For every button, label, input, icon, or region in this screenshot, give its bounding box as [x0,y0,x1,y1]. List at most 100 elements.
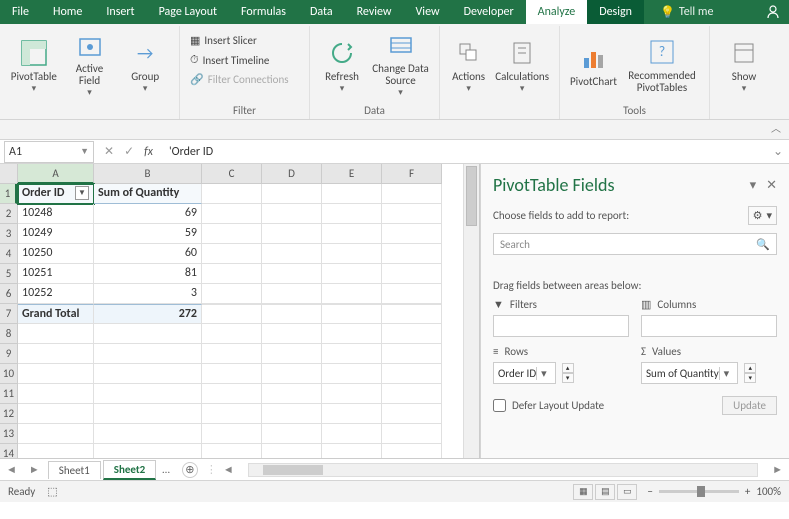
cell-e4[interactable] [322,244,382,264]
refresh-button[interactable]: Refresh [316,30,368,100]
cell-f14[interactable] [382,444,442,458]
tab-formulas[interactable]: Formulas [229,0,298,24]
cell-f3[interactable] [382,224,442,244]
cell-d8[interactable] [262,324,322,344]
zoom-thumb[interactable] [697,486,705,497]
cell-a2[interactable]: 10248 [18,204,94,224]
cell-d10[interactable] [262,364,322,384]
cell-d4[interactable] [262,244,322,264]
cell-e11[interactable] [322,384,382,404]
row-header-9[interactable]: 9 [0,344,17,364]
cell-f6[interactable] [382,284,442,304]
sheet-tabs-more[interactable]: … [156,463,176,476]
col-header-c[interactable]: C [202,164,262,184]
sheet-nav-next[interactable]: ► [23,463,46,476]
cell-f5[interactable] [382,264,442,284]
fx-icon[interactable]: fx [144,145,153,159]
cell-c9[interactable] [202,344,262,364]
sheet-nav-prev[interactable]: ◄ [0,463,23,476]
cell-d12[interactable] [262,404,322,424]
cell-c6[interactable] [202,284,262,304]
cell-a10[interactable] [18,364,94,384]
cell-e5[interactable] [322,264,382,284]
macro-record-icon[interactable]: ⬚ [47,485,57,498]
tab-page-layout[interactable]: Page Layout [147,0,229,24]
cell-b13[interactable] [94,424,202,444]
cell-f13[interactable] [382,424,442,444]
tab-developer[interactable]: Developer [452,0,526,24]
tab-analyze[interactable]: Analyze [526,0,588,24]
cell-c1[interactable] [202,184,262,204]
horizontal-scrollbar[interactable] [248,463,758,477]
cell-e10[interactable] [322,364,382,384]
cell-d5[interactable] [262,264,322,284]
pivotchart-button[interactable]: PivotChart [566,30,621,100]
panel-options-dropdown[interactable]: ▾ [750,178,757,193]
cell-a4[interactable]: 10250 [18,244,94,264]
cell-d2[interactable] [262,204,322,224]
zoom-out-button[interactable]: − [647,485,652,498]
cell-c13[interactable] [202,424,262,444]
col-header-d[interactable]: D [262,164,322,184]
cell-b12[interactable] [94,404,202,424]
cell-d3[interactable] [262,224,322,244]
name-box[interactable]: A1 ▼ [4,141,94,163]
cell-f4[interactable] [382,244,442,264]
cell-b9[interactable] [94,344,202,364]
cell-b11[interactable] [94,384,202,404]
cell-e9[interactable] [322,344,382,364]
col-header-f[interactable]: F [382,164,442,184]
cell-c2[interactable] [202,204,262,224]
cell-e7[interactable] [322,304,382,324]
col-header-a[interactable]: A [18,164,94,184]
cell-c3[interactable] [202,224,262,244]
cell-e2[interactable] [322,204,382,224]
tab-view[interactable]: View [404,0,452,24]
cell-c10[interactable] [202,364,262,384]
cell-f1[interactable] [382,184,442,204]
hscroll-left[interactable]: ◄ [217,463,240,476]
cell-d7[interactable] [262,304,322,324]
cell-f7[interactable] [382,304,442,324]
tab-home[interactable]: Home [41,0,94,24]
cell-e14[interactable] [322,444,382,458]
cell-b10[interactable] [94,364,202,384]
recommended-pivottables-button[interactable]: ? Recommended PivotTables [621,30,703,100]
filter-connections-button[interactable]: 🔗Filter Connections [186,71,303,88]
tell-me[interactable]: 💡 Tell me [648,0,725,24]
cell-f11[interactable] [382,384,442,404]
cell-c7[interactable] [202,304,262,324]
rows-field-item[interactable]: Order ID▾ [493,362,556,384]
row-header-11[interactable]: 11 [0,384,17,404]
cell-d9[interactable] [262,344,322,364]
tab-design[interactable]: Design [587,0,644,24]
pivottable-button[interactable]: PivotTable [6,30,62,100]
cell-b1[interactable]: Sum of Quantity [94,184,202,204]
cell-f12[interactable] [382,404,442,424]
row-header-6[interactable]: 6 [0,284,17,304]
sheet-tab-sheet1[interactable]: Sheet1 [48,461,101,479]
cancel-formula-icon[interactable]: ✕ [104,144,114,159]
cell-d1[interactable] [262,184,322,204]
vertical-scroll-thumb[interactable] [466,166,477,226]
cell-b2[interactable]: 69 [94,204,202,224]
chevron-down-icon[interactable]: ▾ [536,367,551,380]
row-header-10[interactable]: 10 [0,364,17,384]
tab-data[interactable]: Data [298,0,345,24]
cell-b4[interactable]: 60 [94,244,202,264]
cell-c4[interactable] [202,244,262,264]
values-order-spinner[interactable]: ▴▾ [744,363,756,383]
pivot-row-filter-button[interactable]: ▼ [75,186,89,200]
row-header-7[interactable]: 7 [0,304,17,324]
filters-drop-area[interactable] [493,315,629,337]
calculations-button[interactable]: Calculations [491,30,553,100]
cell-b5[interactable]: 81 [94,264,202,284]
page-break-view-button[interactable]: ▭ [617,484,637,500]
cell-c14[interactable] [202,444,262,458]
sheet-split-handle[interactable]: ⋮ [206,463,217,476]
cell-b8[interactable] [94,324,202,344]
col-header-e[interactable]: E [322,164,382,184]
active-field-button[interactable]: Active Field [62,30,118,100]
page-layout-view-button[interactable]: ▤ [595,484,615,500]
group-button[interactable]: → Group [117,30,173,100]
